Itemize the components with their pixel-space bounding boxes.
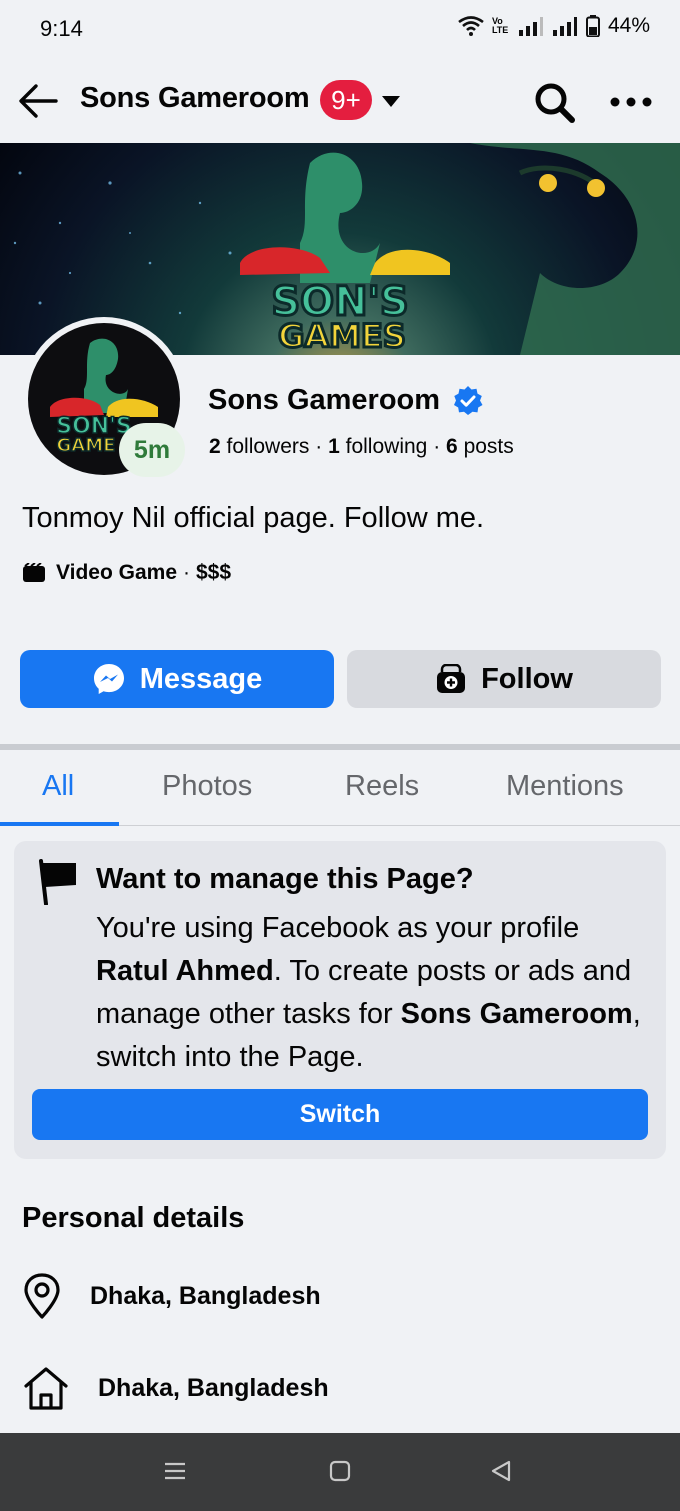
chevron-down-icon[interactable] xyxy=(380,90,402,112)
manage-page-card: Want to manage this Page? You're using F… xyxy=(14,841,666,1159)
search-icon[interactable] xyxy=(532,80,576,124)
active-tab-indicator xyxy=(0,822,119,826)
personal-details-title: Personal details xyxy=(22,1202,245,1234)
clapperboard-icon xyxy=(23,563,45,582)
flag-icon xyxy=(39,859,76,905)
cover-logo-line2: GAMES xyxy=(278,317,406,355)
message-button-label: Message xyxy=(139,662,263,695)
manage-page-name: Sons Gameroom xyxy=(400,998,633,1030)
tab-mentions[interactable]: Mentions xyxy=(506,770,624,803)
follow-plus-icon xyxy=(437,664,466,693)
following-count[interactable]: 1 xyxy=(328,435,340,458)
avatar-logo-line2: GAME xyxy=(57,435,116,456)
location-row: Dhaka, Bangladesh xyxy=(22,1272,321,1320)
wifi-icon xyxy=(458,16,484,36)
back-arrow-icon[interactable] xyxy=(16,78,62,124)
following-label[interactable]: following xyxy=(346,435,428,458)
page-name: Sons Gameroom xyxy=(208,384,441,416)
page-stats: 2 followers · 1 following · 6 posts xyxy=(209,435,514,459)
price-range: $$$ xyxy=(196,561,232,584)
stats-separator: · xyxy=(315,435,323,458)
hometown-row: Dhaka, Bangladesh xyxy=(22,1364,329,1412)
tab-all[interactable]: All xyxy=(42,770,74,803)
messenger-icon xyxy=(93,664,124,694)
status-time: 9:14 xyxy=(40,16,83,41)
posts-label: posts xyxy=(463,435,514,458)
page-name-row: Sons Gameroom xyxy=(208,384,484,417)
posts-count: 6 xyxy=(446,435,458,458)
tab-reels[interactable]: Reels xyxy=(345,770,419,803)
category-separator: · xyxy=(183,561,190,584)
volte-icon: Vo LTE xyxy=(491,16,509,35)
back-triangle-icon[interactable] xyxy=(490,1460,512,1482)
switch-button[interactable]: Switch xyxy=(32,1089,648,1140)
manage-card-title: Want to manage this Page? xyxy=(96,863,474,895)
manage-text-part1: You're using Facebook as your profile xyxy=(96,912,580,944)
system-navigation-bar xyxy=(0,1433,680,1511)
notification-badge[interactable]: 9+ xyxy=(320,80,372,120)
message-button[interactable]: Message xyxy=(20,650,334,708)
verified-badge-icon xyxy=(454,385,483,415)
category-label: Video Game xyxy=(56,561,177,584)
battery-level: 44% xyxy=(607,14,650,37)
location-text: Dhaka, Bangladesh xyxy=(90,1281,321,1310)
follow-button-label: Follow xyxy=(481,662,573,695)
location-pin-icon xyxy=(24,1273,60,1319)
home-icon xyxy=(24,1367,68,1410)
active-time-badge: 5m xyxy=(119,423,185,477)
manage-card-text: You're using Facebook as your profile Ra… xyxy=(96,907,651,1079)
home-button-icon[interactable] xyxy=(329,1460,351,1482)
page-title[interactable]: Sons Gameroom xyxy=(80,82,310,115)
status-icons: Vo LTE 44% xyxy=(458,14,650,38)
tab-photos[interactable]: Photos xyxy=(162,770,252,803)
hometown-text: Dhaka, Bangladesh xyxy=(98,1373,329,1402)
profile-name: Ratul Ahmed xyxy=(96,955,274,987)
category-row: Video Game · $$$ xyxy=(22,561,231,585)
signal-icon-2 xyxy=(552,17,577,36)
signal-icon xyxy=(518,17,543,36)
follow-button[interactable]: Follow xyxy=(347,650,661,708)
followers-count[interactable]: 2 xyxy=(209,435,221,458)
top-nav: Sons Gameroom 9+ xyxy=(0,62,680,138)
followers-label[interactable]: followers xyxy=(227,435,310,458)
stats-separator: · xyxy=(433,435,441,458)
page-bio: Tonmoy Nil official page. Follow me. xyxy=(22,502,485,534)
more-options-icon[interactable] xyxy=(608,90,654,114)
status-bar: 9:14 Vo LTE 44% xyxy=(0,0,680,58)
content-tabs: All Photos Reels Mentions xyxy=(0,750,680,826)
recent-apps-icon[interactable] xyxy=(164,1460,186,1482)
battery-icon xyxy=(585,15,600,37)
